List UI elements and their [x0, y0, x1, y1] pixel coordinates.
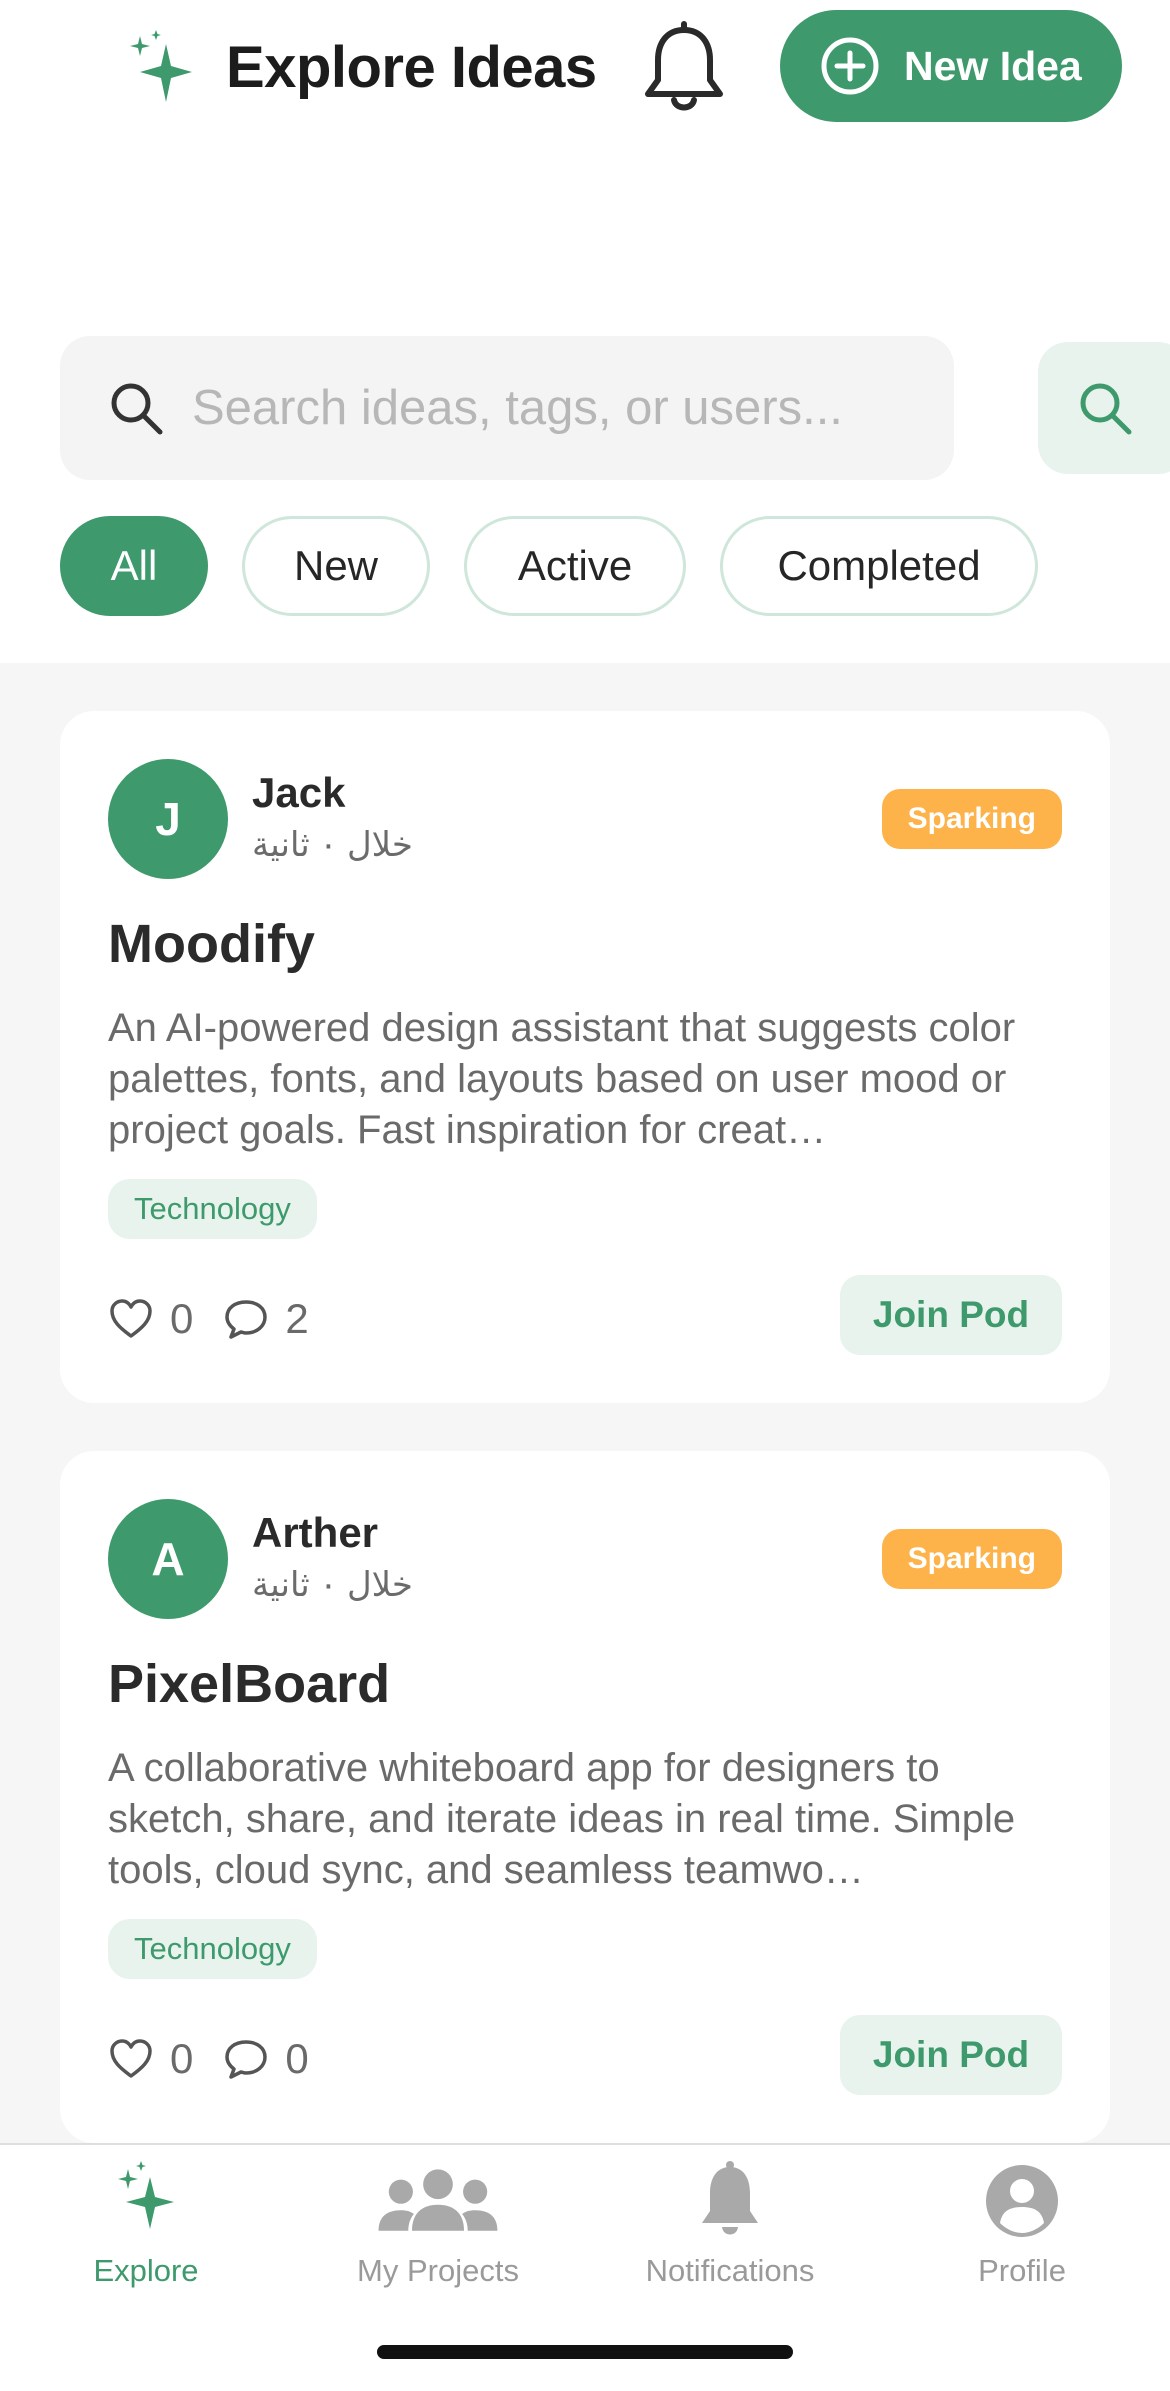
page-title: Explore Ideas	[226, 35, 597, 100]
search-button[interactable]	[1038, 342, 1170, 474]
new-idea-button[interactable]: New Idea	[780, 10, 1122, 122]
comment-icon[interactable]	[223, 2036, 269, 2082]
people-icon	[378, 2169, 498, 2231]
filter-all[interactable]: All	[60, 516, 208, 616]
idea-title[interactable]: Moodify	[108, 913, 315, 975]
tab-my-projects[interactable]: My Projects	[292, 2145, 584, 2315]
notifications-button[interactable]	[638, 20, 730, 116]
search-icon	[111, 383, 163, 435]
search-bar[interactable]	[60, 336, 954, 480]
explore-screen: Explore Ideas New Idea Search ideas, tag…	[0, 0, 1170, 2391]
idea-title[interactable]: PixelBoard	[108, 1653, 390, 1715]
tab-label: Explore	[93, 2253, 199, 2288]
bell-icon	[702, 2161, 758, 2235]
tab-profile[interactable]: Profile	[876, 2145, 1168, 2315]
search-icon	[1080, 383, 1132, 435]
idea-description: A collaborative whiteboard app for desig…	[108, 1746, 1016, 1892]
filter-active[interactable]: Active	[464, 516, 686, 616]
tab-label: My Projects	[357, 2253, 519, 2288]
bell-icon	[645, 21, 723, 111]
status-badge: Sparking	[881, 1529, 1062, 1589]
person-circle-icon	[986, 2165, 1058, 2237]
avatar[interactable]: J	[108, 759, 228, 879]
home-indicator[interactable]	[377, 2345, 793, 2359]
idea-stats: 0 2	[108, 1289, 339, 1349]
sparkles-icon	[130, 30, 192, 102]
join-pod-button[interactable]: Join Pod	[840, 2015, 1062, 2095]
search-input[interactable]	[192, 380, 892, 436]
category-tag[interactable]: Technology	[108, 1179, 317, 1239]
comment-icon[interactable]	[223, 1296, 269, 1342]
ideas-feed[interactable]: J Jack خلال ٠ ثانية Sparking Moodify An …	[0, 663, 1170, 2143]
comments-count: 0	[285, 2035, 309, 2082]
header: Explore Ideas New Idea	[0, 0, 1170, 140]
idea-card[interactable]: J Jack خلال ٠ ثانية Sparking Moodify An …	[60, 711, 1110, 1403]
tab-label: Notifications	[645, 2253, 815, 2288]
heart-icon[interactable]	[108, 2036, 154, 2082]
filter-completed[interactable]: Completed	[720, 516, 1038, 616]
idea-stats: 0 0	[108, 2029, 339, 2089]
idea-description: An AI-powered design assistant that sugg…	[108, 1006, 1016, 1152]
idea-card[interactable]: A Arther خلال ٠ ثانية Sparking PixelBoar…	[60, 1451, 1110, 2143]
author-name[interactable]: Arther	[252, 1509, 378, 1557]
filter-new[interactable]: New	[242, 516, 430, 616]
tab-explore[interactable]: Explore	[0, 2145, 292, 2315]
sparkles-icon	[118, 2161, 174, 2229]
author-name[interactable]: Jack	[252, 769, 345, 817]
likes-count: 0	[170, 2035, 194, 2082]
category-tag[interactable]: Technology	[108, 1919, 317, 1979]
post-time: خلال ٠ ثانية	[252, 1566, 413, 1604]
post-time: خلال ٠ ثانية	[252, 826, 413, 864]
avatar[interactable]: A	[108, 1499, 228, 1619]
new-idea-label: New Idea	[904, 42, 1082, 89]
likes-count: 0	[170, 1295, 194, 1342]
comments-count: 2	[285, 1295, 309, 1342]
status-badge: Sparking	[881, 789, 1062, 849]
join-pod-button[interactable]: Join Pod	[840, 1275, 1062, 1355]
filter-chips: All New Active Completed	[60, 516, 1072, 616]
tab-notifications[interactable]: Notifications	[584, 2145, 876, 2315]
heart-icon[interactable]	[108, 1296, 154, 1342]
plus-circle-icon	[821, 37, 879, 95]
tab-label: Profile	[978, 2253, 1066, 2288]
